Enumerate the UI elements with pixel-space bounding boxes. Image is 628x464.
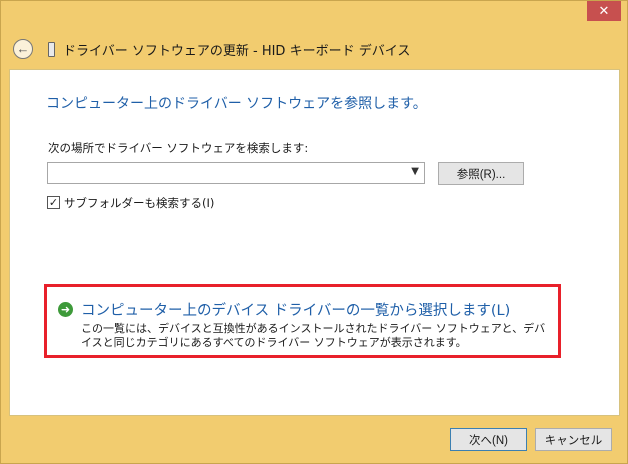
next-button[interactable]: 次へ(N) <box>450 428 527 451</box>
content-panel: コンピューター上のドライバー ソフトウェアを参照します。 次の場所でドライバー … <box>9 69 620 416</box>
header-bar: ← ドライバー ソフトウェアの更新 - HID キーボード デバイス <box>1 31 628 67</box>
green-arrow-icon: ➜ <box>58 302 73 317</box>
pick-from-list-title[interactable]: コンピューター上のデバイス ドライバーの一覧から選択します(L) <box>81 299 510 320</box>
page-title: コンピューター上のドライバー ソフトウェアを参照します。 <box>46 96 427 112</box>
cancel-button[interactable]: キャンセル <box>535 428 612 451</box>
include-subfolders-label[interactable]: サブフォルダーも検索する(I) <box>64 195 214 211</box>
pick-from-list-description: この一覧には、デバイスと互換性があるインストールされたドライバー ソフトウェアと… <box>81 322 546 349</box>
close-button[interactable]: ✕ <box>587 1 621 21</box>
dialog-window: ✕ ← ドライバー ソフトウェアの更新 - HID キーボード デバイス コンピ… <box>0 0 628 464</box>
search-location-label: 次の場所でドライバー ソフトウェアを検索します: <box>48 141 309 155</box>
back-arrow-icon[interactable]: ← <box>13 39 33 59</box>
device-icon <box>48 42 55 57</box>
include-subfolders-checkbox[interactable]: ✓ <box>47 196 60 209</box>
path-combobox[interactable]: ▼ <box>47 162 425 184</box>
pick-from-list-option[interactable]: ➜ コンピューター上のデバイス ドライバーの一覧から選択します(L) この一覧に… <box>44 284 561 358</box>
browse-button[interactable]: 参照(R)... <box>438 162 524 185</box>
window-title: ドライバー ソフトウェアの更新 - HID キーボード デバイス <box>63 44 411 59</box>
chevron-down-icon[interactable]: ▼ <box>411 166 419 177</box>
